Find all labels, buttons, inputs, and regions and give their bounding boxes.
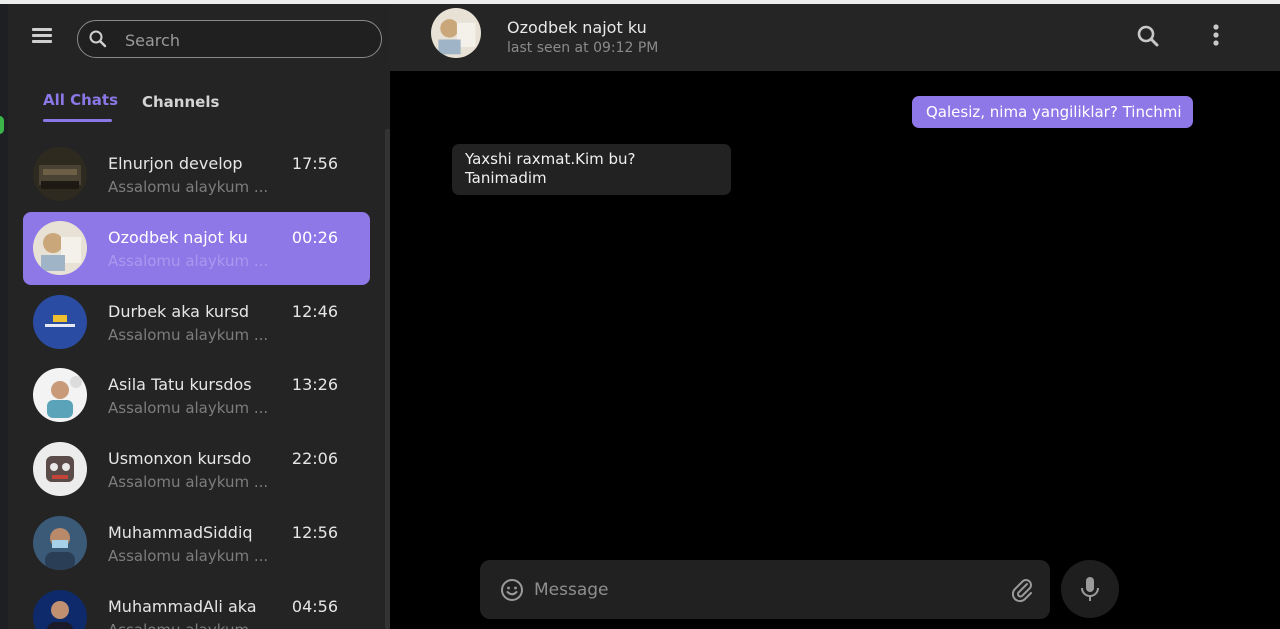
- message-text: Yaxshi raxmat.Kim bu? Tanimadim: [465, 150, 636, 187]
- chat-list-scrollbar[interactable]: [385, 129, 390, 629]
- search-input[interactable]: [123, 26, 367, 54]
- menu-icon[interactable]: [32, 28, 52, 44]
- chat-name: Usmonxon kursdo: [108, 449, 252, 468]
- more-vertical-icon[interactable]: [1208, 22, 1224, 50]
- chat-name: Asila Tatu kursdos: [108, 375, 252, 394]
- message-composer: [480, 560, 1050, 619]
- chat-preview: Assalomu alaykum ...: [108, 326, 269, 344]
- search-box[interactable]: [77, 20, 382, 58]
- search-icon[interactable]: [1135, 23, 1161, 49]
- emoji-icon[interactable]: [500, 578, 524, 602]
- chat-item-usmonxon[interactable]: Usmonxon kursdo Assalomu alaykum ... 22:…: [23, 433, 370, 506]
- microphone-icon: [1081, 577, 1099, 601]
- sidebar: All Chats Channels Elnurjon develop Assa…: [8, 4, 390, 629]
- chat-name: Ozodbek najot ku: [108, 228, 248, 247]
- chat-item-muhammadsiddiq[interactable]: MuhammadSiddiq Assalomu alaykum ... 12:5…: [23, 507, 370, 580]
- chat-item-durbek[interactable]: Durbek aka kursd Assalomu alaykum ... 12…: [23, 286, 370, 359]
- chat-item-muhammadali[interactable]: MuhammadAli aka Assalomu alaykum ... 04:…: [23, 581, 370, 629]
- avatar: [33, 221, 87, 275]
- message-text: Qalesiz, nima yangiliklar? Tinchmi: [926, 103, 1182, 121]
- chat-preview: Assalomu alaykum ...: [108, 473, 269, 491]
- chat-time: 04:56: [291, 597, 338, 616]
- chat-item-asila[interactable]: Asila Tatu kursdos Assalomu alaykum ... …: [23, 359, 370, 432]
- chat-time: 22:06: [291, 449, 338, 468]
- message-incoming[interactable]: Yaxshi raxmat.Kim bu? Tanimadim: [452, 144, 731, 195]
- chat-name: MuhammadAli aka: [108, 597, 257, 616]
- chat-preview: Assalomu alaykum ...: [108, 178, 269, 196]
- active-tab-indicator: [43, 119, 112, 122]
- edge-indicator: [0, 116, 4, 134]
- chat-preview: Assalomu alaykum ...: [108, 252, 269, 270]
- avatar: [33, 516, 87, 570]
- chat-preview: Assalomu alaykum ...: [108, 547, 269, 565]
- voice-record-button[interactable]: [1061, 560, 1119, 618]
- chat-name: Elnurjon develop: [108, 154, 243, 173]
- header-last-seen: last seen at 09:12 PM: [507, 40, 659, 56]
- chat-item-elnurjon[interactable]: Elnurjon develop Assalomu alaykum ... 17…: [23, 138, 370, 211]
- tab-all-chats[interactable]: All Chats: [43, 91, 118, 109]
- chat-preview: Assalomu alaykum ...: [108, 621, 268, 629]
- avatar: [33, 295, 87, 349]
- chat-time: 00:26: [291, 228, 338, 247]
- chat-time: 13:26: [291, 375, 338, 394]
- chat-time: 17:56: [291, 154, 338, 173]
- chat-preview: Assalomu alaykum ...: [108, 399, 269, 417]
- message-input[interactable]: [532, 576, 996, 604]
- chat-time: 12:46: [291, 302, 338, 321]
- avatar: [33, 368, 87, 422]
- search-icon: [89, 30, 107, 48]
- message-outgoing[interactable]: Qalesiz, nima yangiliklar? Tinchmi: [912, 96, 1193, 128]
- chat-name: MuhammadSiddiq: [108, 523, 253, 542]
- chat-name: Durbek aka kursd: [108, 302, 250, 321]
- tab-channels[interactable]: Channels: [142, 93, 219, 111]
- avatar: [33, 442, 87, 496]
- avatar: [33, 590, 87, 629]
- chat-item-ozodbek[interactable]: Ozodbek najot ku Assalomu alaykum ... 00…: [23, 212, 370, 285]
- chat-header: Ozodbek najot ku last seen at 09:12 PM: [390, 4, 1280, 71]
- avatar: [33, 147, 87, 201]
- chat-list: Elnurjon develop Assalomu alaykum ... 17…: [8, 134, 390, 629]
- header-contact-name: Ozodbek najot ku: [507, 18, 647, 37]
- paperclip-icon[interactable]: [1010, 577, 1034, 603]
- header-avatar[interactable]: [431, 8, 481, 58]
- chat-time: 12:56: [291, 523, 338, 542]
- window-left-edge: [0, 4, 8, 629]
